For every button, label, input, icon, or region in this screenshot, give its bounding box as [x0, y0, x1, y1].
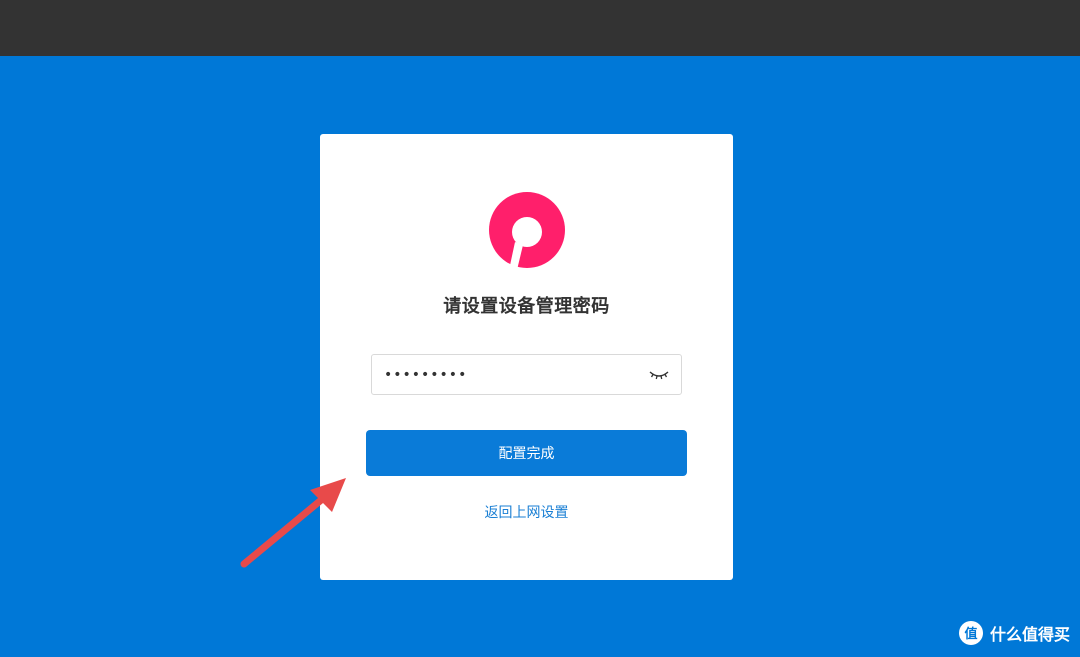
red-arrow-icon	[240, 478, 346, 568]
finish-config-button[interactable]: 配置完成	[366, 430, 687, 476]
watermark-text: 什么值得买	[989, 625, 1070, 644]
svg-text:值: 值	[964, 626, 977, 642]
page-title: 请设置设备管理密码	[443, 296, 610, 317]
password-field[interactable]	[371, 354, 682, 395]
setup-card: 请设置设备管理密码 配置完成 返回上网设置	[320, 134, 733, 580]
password-input[interactable]	[372, 355, 654, 394]
zhi-icon: 值	[958, 621, 983, 645]
back-to-network-settings-link[interactable]: 返回上网设置	[320, 502, 733, 522]
brand-logo-icon	[489, 192, 565, 270]
top-bar	[0, 0, 1080, 56]
watermark: 值 什么值得买	[958, 619, 1070, 647]
eye-closed-icon[interactable]	[649, 366, 669, 382]
